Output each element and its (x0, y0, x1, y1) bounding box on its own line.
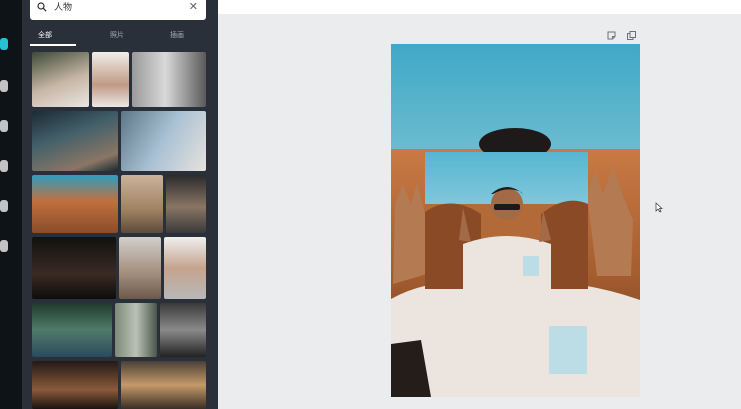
photo-thumbnail[interactable] (32, 303, 112, 357)
elements-icon[interactable] (0, 120, 8, 132)
photo-thumbnail[interactable] (32, 111, 118, 171)
photo-thumbnail[interactable] (121, 361, 206, 409)
photo-thumbnail[interactable] (164, 237, 206, 299)
photo-thumbnail[interactable] (32, 175, 118, 233)
photo-thumbnail[interactable] (32, 237, 116, 299)
tab-illustrations[interactable]: 插画 (170, 30, 184, 40)
clear-search-icon[interactable]: ✕ (189, 1, 198, 13)
active-tab-indicator (30, 44, 76, 46)
photo-thumbnail[interactable] (121, 111, 206, 171)
tab-photos[interactable]: 照片 (110, 30, 124, 40)
text-icon[interactable] (0, 160, 8, 172)
mouse-cursor-icon (655, 202, 663, 213)
photo-search-panel: 人物 ✕ 全部 照片 插画 (22, 0, 218, 409)
photo-thumbnail[interactable] (121, 175, 163, 233)
icon-rail (0, 0, 22, 409)
filter-tabs: 全部 照片 插画 (22, 30, 218, 46)
photo-thumbnail[interactable] (160, 303, 206, 357)
templates-icon[interactable] (0, 38, 8, 50)
search-icon (37, 2, 47, 12)
search-query-text: 人物 (54, 2, 73, 12)
photo-thumbnail[interactable] (92, 52, 129, 107)
uploads-icon[interactable] (0, 200, 8, 212)
editor-topbar (218, 0, 741, 14)
more-icon[interactable] (0, 240, 8, 252)
duplicate-page-icon[interactable] (627, 31, 636, 40)
tab-all[interactable]: 全部 (38, 30, 52, 40)
photo-thumbnail[interactable] (166, 175, 206, 233)
photos-icon[interactable] (0, 80, 8, 92)
photo-thumbnail[interactable] (32, 361, 118, 409)
design-page[interactable] (391, 44, 640, 397)
photo-thumbnail[interactable] (32, 52, 89, 107)
add-note-icon[interactable] (607, 31, 616, 40)
search-input[interactable]: 人物 ✕ (30, 0, 206, 20)
photo-thumbnail[interactable] (119, 237, 161, 299)
collage-photo (391, 44, 640, 397)
photo-thumbnail[interactable] (132, 52, 206, 107)
photo-thumbnail[interactable] (115, 303, 157, 357)
